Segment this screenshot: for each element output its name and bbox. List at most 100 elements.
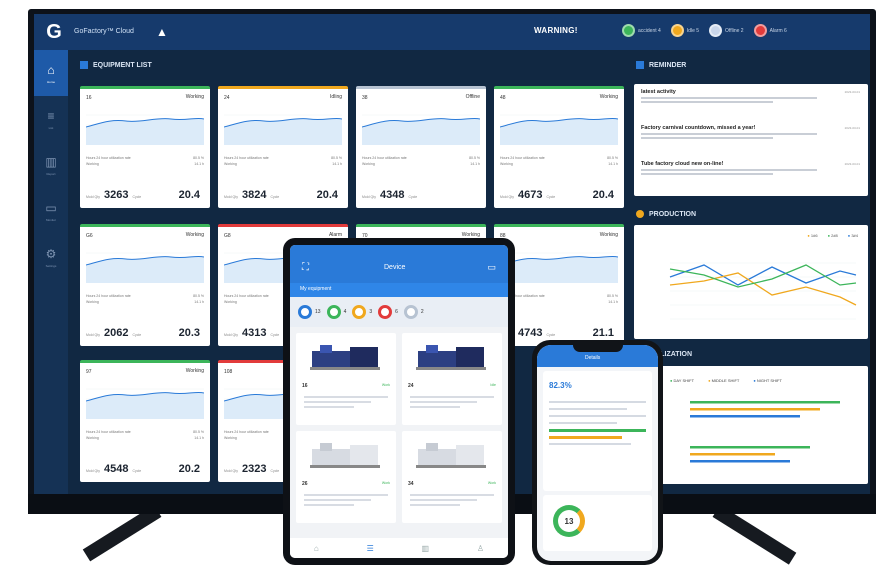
brand-name: GoFactory™ Cloud	[74, 28, 134, 35]
equipment-cycle: 20.4	[592, 189, 614, 201]
equipment-count: 3263	[104, 189, 129, 201]
cycle-label: Cycle	[270, 469, 280, 473]
nav-label: Home	[46, 79, 55, 84]
working-value: 14.1 h	[332, 162, 342, 166]
count-label: Mold Qty	[86, 469, 101, 473]
equipment-cycle: 20.3	[178, 327, 200, 339]
nav-home-icon[interactable]: ⌂	[314, 544, 319, 553]
equipment-card[interactable]: G6 Working Hours 24 hour utilization rate 8…	[80, 224, 210, 346]
warning-triangle-icon[interactable]: ▲	[156, 25, 168, 39]
summary-count: 2	[420, 309, 424, 315]
equipment-stats: Hours 24 hour utilization rate80.5 %Work…	[86, 429, 204, 441]
working-value: 14.1 h	[470, 162, 480, 166]
equipment-trend-chart	[86, 114, 204, 145]
reminder-date: 2023-03-01	[844, 162, 860, 166]
equipment-card[interactable]: 48 Working Hours 24 hour utilization rate 8…	[494, 86, 624, 208]
tablet-card-lines	[304, 491, 388, 509]
status-item[interactable]: Idle 5	[670, 24, 700, 37]
warning-label[interactable]: WARNING!	[534, 26, 578, 35]
equipment-state: Working	[185, 368, 204, 374]
nav-list-icon[interactable]: ☰	[367, 544, 374, 553]
reminder-date: 2023-03-01	[844, 90, 860, 94]
status-label: Offline 2	[725, 27, 744, 34]
equipment-state: Idling	[330, 94, 342, 100]
equipment-id: 38	[362, 95, 368, 101]
nav-label: Monitor	[45, 217, 56, 222]
equipment-footer: Mold Qty 3824 Cycle 20.4	[224, 189, 342, 201]
nav-item-report[interactable]: ▥ Report	[34, 142, 68, 188]
nav-item-home[interactable]: ⌂ Home	[34, 50, 68, 96]
side-nav: ⌂ Home ≡ List ▥ Report ▭ Monitor ⚙ Settings	[34, 50, 68, 494]
equipment-count: 3824	[242, 189, 267, 201]
summary-pill[interactable]: 2	[403, 305, 424, 319]
summary-pill[interactable]: 6	[378, 305, 398, 319]
nav-chart-icon[interactable]: ▥	[422, 544, 430, 553]
cycle-label: Cycle	[132, 195, 142, 199]
equipment-id: 97	[86, 369, 92, 375]
equipment-trend-chart	[86, 388, 204, 419]
nav-user-icon[interactable]: ♙	[477, 544, 484, 553]
equipment-card[interactable]: 38 Offline Hours 24 hour utilization rate 8…	[356, 86, 486, 208]
equipment-state: Working	[185, 232, 204, 238]
reminder-item[interactable]: latest activity 2023-03-01	[634, 84, 868, 120]
summary-pill[interactable]: 13	[298, 305, 321, 319]
summary-circle-icon	[298, 305, 312, 319]
message-icon[interactable]: ▭	[487, 262, 496, 273]
production-title: PRODUCTION	[636, 210, 696, 218]
tablet-equipment-card[interactable]: 16 Work	[296, 333, 396, 425]
equipment-state: Working	[599, 94, 618, 100]
list-icon: ≡	[47, 108, 55, 123]
tablet-equipment-card[interactable]: 34 Work	[402, 431, 502, 523]
tablet-card-state: Work	[381, 481, 390, 485]
count-label: Mold Qty	[224, 195, 239, 199]
tablet-equipment-card[interactable]: 26 Work	[296, 431, 396, 523]
reminder-text-line	[641, 101, 773, 103]
summary-pill[interactable]: 3	[352, 305, 372, 319]
nav-item-list[interactable]: ≡ List	[34, 96, 68, 142]
nav-item-settings[interactable]: ⚙ Settings	[34, 234, 68, 280]
summary-circle-icon	[326, 305, 341, 319]
status-label: Alarm 6	[769, 27, 787, 34]
working-value: 14.1 h	[194, 162, 204, 166]
logo-icon: G	[46, 20, 62, 43]
reminder-panel: latest activity 2023-03-01 Factory carniva…	[634, 84, 868, 196]
reminder-title: REMINDER	[636, 61, 686, 69]
count-label: Mold Qty	[500, 195, 515, 199]
status-label: Idle 5	[686, 27, 700, 34]
equipment-count: 4673	[518, 189, 543, 201]
reminder-item[interactable]: Factory carnival countdown, missed a yea…	[634, 120, 868, 156]
status-item[interactable]: Offline 2	[709, 24, 744, 37]
summary-count: 3	[369, 309, 373, 315]
equipment-card[interactable]: 16 Working Hours 24 hour utilization rate 8…	[80, 86, 210, 208]
home-icon: ⌂	[47, 62, 55, 77]
nav-label: Settings	[45, 263, 57, 268]
tablet-equipment-card[interactable]: 24 Idle	[402, 333, 502, 425]
equipment-state: Working	[599, 232, 618, 238]
nav-label: Report	[46, 171, 56, 176]
reminder-date: 2023-03-01	[844, 126, 860, 130]
reminder-text-line	[641, 137, 773, 139]
phone-gauge-card: 13	[543, 495, 652, 551]
tab-my-equipment[interactable]: My equipment	[300, 286, 331, 292]
equipment-stats: Hours 24 hour utilization rate80.5 %Work…	[86, 293, 204, 305]
equipment-count: 2062	[104, 327, 129, 339]
equipment-count: 4743	[518, 327, 543, 339]
working-label: Working	[86, 300, 99, 304]
reminder-text-line	[641, 97, 817, 99]
nav-item-monitor[interactable]: ▭ Monitor	[34, 188, 68, 234]
tablet-card-id: 16	[302, 383, 308, 389]
equipment-footer: Mold Qty 2062 Cycle 20.3	[86, 327, 204, 339]
equipment-card[interactable]: 24 Idling Hours 24 hour utilization rate 80…	[218, 86, 348, 208]
machine-image	[416, 443, 486, 468]
status-item[interactable]: Alarm 6	[753, 24, 787, 37]
equipment-card[interactable]: 97 Working Hours 24 hour utilization rate 8…	[80, 360, 210, 482]
status-label: accident 4	[638, 27, 661, 34]
gear-icon: ⚙	[45, 246, 57, 261]
scan-icon[interactable]: ⛶	[302, 262, 309, 273]
reminder-item[interactable]: Tube factory cloud new on-line! 2023-03-0…	[634, 156, 868, 192]
working-label: Working	[500, 162, 513, 166]
status-item[interactable]: accident 4	[622, 24, 661, 37]
equipment-stats: Hours 24 hour utilization rate80.5 %Work…	[224, 155, 342, 167]
summary-pill[interactable]: 4	[326, 305, 346, 319]
status-summary: accident 4 Idle 5 Offline 2 Alarm 6	[622, 24, 787, 37]
